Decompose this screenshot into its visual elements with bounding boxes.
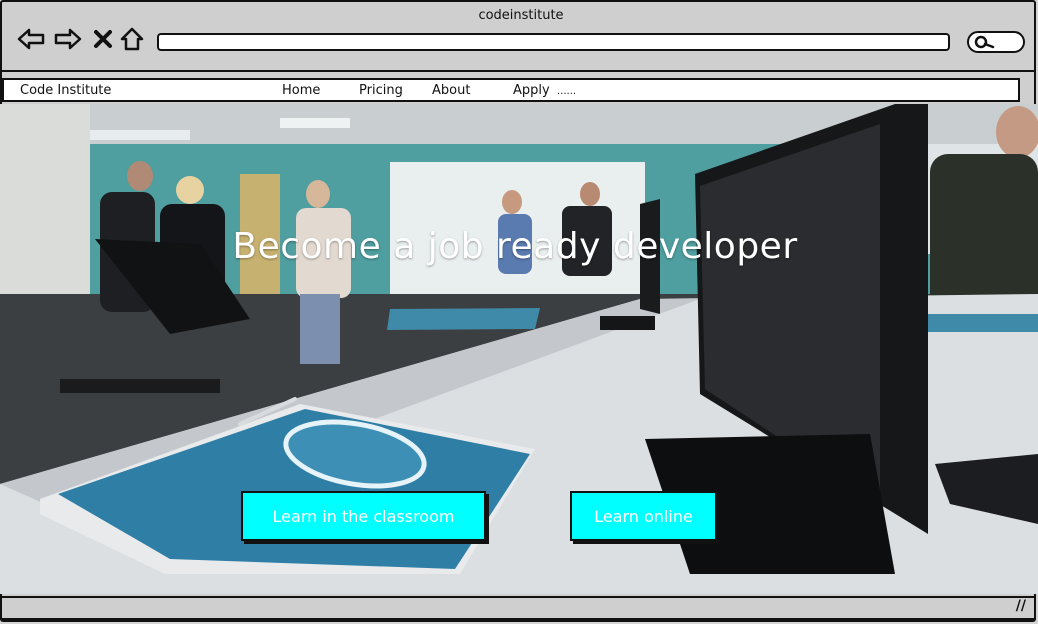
close-icon[interactable] <box>88 24 118 54</box>
search-field[interactable] <box>967 31 1025 53</box>
resize-grip-icon[interactable]: // <box>1016 598 1026 614</box>
brand-logo[interactable]: Code Institute <box>20 83 111 98</box>
site-navbar: Code Institute Home Pricing About Apply … <box>2 78 1020 102</box>
back-icon[interactable] <box>16 24 46 54</box>
learn-classroom-button[interactable]: Learn in the classroom <box>241 491 486 541</box>
nav-about[interactable]: About <box>432 83 470 98</box>
status-bar: // <box>2 596 1034 620</box>
nav-more[interactable]: ...... <box>557 86 576 97</box>
nav-apply[interactable]: Apply <box>513 83 550 98</box>
search-icon <box>974 35 995 49</box>
nav-pricing[interactable]: Pricing <box>359 83 403 98</box>
forward-icon[interactable] <box>53 24 83 54</box>
hero-section: Become a job ready developer Learn in th… <box>0 104 1038 594</box>
learn-online-button[interactable]: Learn online <box>570 491 717 541</box>
toolbar-divider <box>0 70 1036 72</box>
home-icon[interactable] <box>117 24 147 54</box>
nav-home[interactable]: Home <box>282 83 320 98</box>
hero-headline: Become a job ready developer <box>232 226 798 267</box>
classroom-photo <box>0 104 1038 594</box>
address-bar[interactable] <box>157 33 950 51</box>
window-title: codeinstitute <box>478 8 564 23</box>
